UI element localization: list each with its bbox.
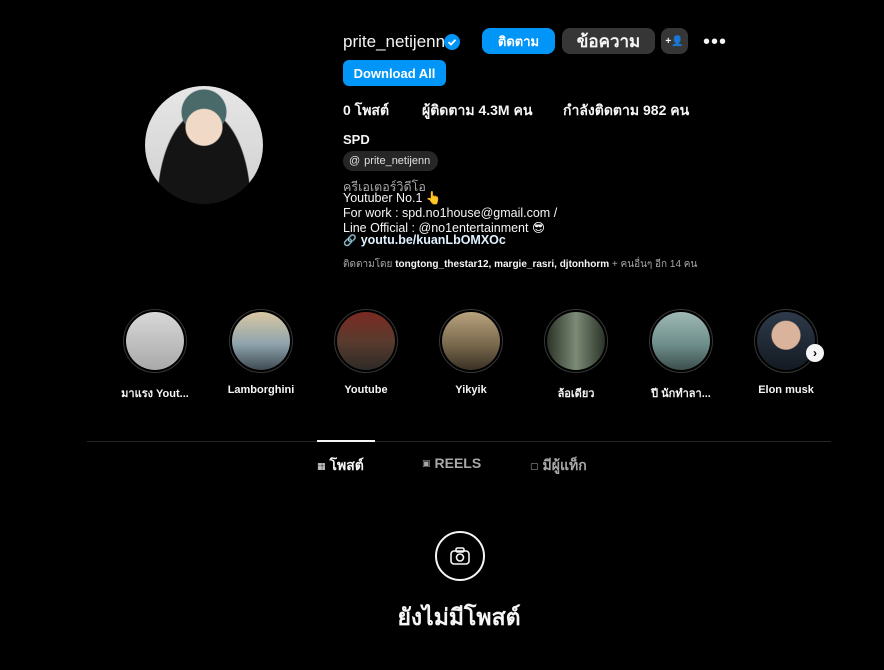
followed-by-prefix: ติดตามโดย: [343, 259, 396, 270]
grid-icon: ▦: [317, 460, 326, 471]
tagged-icon: ▢: [530, 460, 539, 471]
followed-by-suffix: + คนอื่นๆ อีก 14 คน: [609, 259, 698, 270]
bio-line: For work : spd.no1house@gmail.com /: [343, 206, 558, 220]
highlight-label: มาแรง Yout...: [121, 388, 189, 400]
highlight-item[interactable]: Lamborghini: [214, 309, 308, 396]
empty-state-title: ยังไม่มีโพสต์: [397, 604, 521, 630]
bio-link[interactable]: 🔗 youtu.be/kuanLbOMXOc: [343, 233, 506, 247]
camera-icon: [435, 531, 485, 581]
highlight-label: ล้อเดียว: [557, 388, 595, 400]
reels-icon: ▣: [422, 457, 431, 468]
profile-full-name: SPD: [343, 132, 370, 147]
highlight-cover: [442, 312, 500, 370]
highlight-cover: [757, 312, 815, 370]
bio-line: Youtuber No.1 👆: [343, 191, 442, 205]
highlight-label: Youtube: [344, 384, 388, 396]
highlight-label: Lamborghini: [227, 384, 295, 396]
threads-icon: @: [349, 155, 361, 167]
add-user-button[interactable]: +👤: [661, 28, 688, 54]
highlight-label: ปี นักทำลา...: [651, 388, 711, 400]
bio-link-text: youtu.be/kuanLbOMXOc: [360, 233, 506, 247]
followers-count[interactable]: ผู้ติดตาม 4.3M คน: [422, 100, 532, 122]
following-count[interactable]: กำลังติดตาม 982 คน: [563, 100, 689, 122]
highlight-item[interactable]: Youtube: [319, 309, 413, 396]
profile-username: prite_netijenn: [343, 32, 446, 51]
highlight-item[interactable]: ปี นักทำลา...: [634, 309, 728, 402]
highlight-label: Yikyik: [455, 384, 487, 396]
highlight-item[interactable]: Yikyik: [424, 309, 518, 396]
followed-by-names: tongtong_thestar12, margie_rasri, djtonh…: [395, 259, 610, 270]
highlight-label: Elon musk: [758, 384, 814, 396]
profile-avatar[interactable]: [145, 86, 263, 204]
follow-button[interactable]: ติดตาม: [482, 28, 555, 54]
tab-tagged[interactable]: ▢ มีผู้แท็ก: [530, 455, 587, 477]
highlight-cover: [126, 312, 184, 370]
followed-by[interactable]: ติดตามโดย tongtong_thestar12, margie_ras…: [343, 257, 697, 272]
tab-reels-label: REELS: [434, 455, 482, 471]
posts-count: 0 โพสต์: [343, 102, 390, 118]
highlights-next-arrow-icon[interactable]: ›: [806, 344, 824, 362]
highlight-cover: [232, 312, 290, 370]
download-all-button[interactable]: Download All: [343, 60, 446, 86]
highlight-cover: [547, 312, 605, 370]
highlight-item[interactable]: มาแรง Yout...: [108, 309, 202, 402]
tab-posts-label: โพสต์: [329, 457, 364, 473]
highlight-cover: [652, 312, 710, 370]
threads-handle: prite_netijenn: [364, 155, 431, 167]
tabs-divider: [87, 441, 831, 442]
tab-posts[interactable]: ▦ โพสต์: [317, 455, 364, 477]
active-tab-indicator: [317, 440, 375, 442]
threads-badge[interactable]: @ prite_netijenn: [343, 151, 439, 171]
tab-reels[interactable]: ▣ REELS: [422, 455, 481, 471]
link-icon: 🔗: [343, 234, 357, 247]
highlight-cover: [337, 312, 395, 370]
verified-badge-icon: [444, 34, 460, 50]
tab-tagged-label: มีผู้แท็ก: [542, 457, 587, 473]
message-button[interactable]: ข้อความ: [562, 28, 655, 54]
highlight-item[interactable]: ล้อเดียว: [529, 309, 623, 402]
more-options-icon[interactable]: •••: [703, 31, 727, 54]
